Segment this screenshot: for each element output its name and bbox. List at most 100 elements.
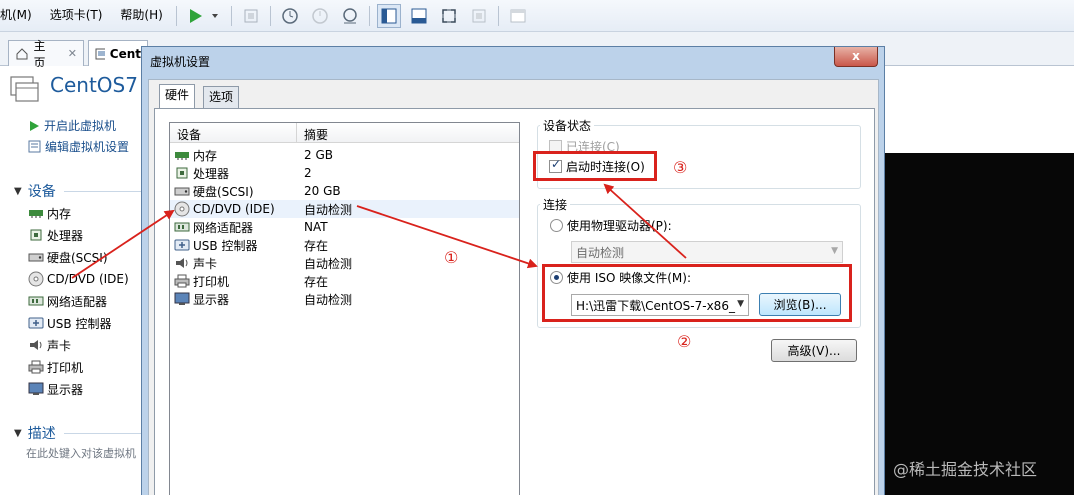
vm-tab-icon xyxy=(95,48,105,59)
column-separator[interactable] xyxy=(296,123,297,143)
hard-disk-icon xyxy=(174,187,190,196)
thumbnail-bar-button[interactable] xyxy=(407,4,431,28)
watermark: @稀土掘金技术社区 xyxy=(893,460,1038,479)
vm-summary-panel: CentOS7 开启此虚拟机 编辑虚拟机设置 ▼ 设备 内存 处理器 硬盘(SC… xyxy=(0,67,150,495)
device-printer[interactable]: 打印机 xyxy=(28,358,83,376)
column-device[interactable]: 设备 xyxy=(177,126,201,143)
tab-options[interactable]: 选项 xyxy=(203,86,240,108)
toolbar-separator xyxy=(497,5,499,26)
tab-home-label: 主页 xyxy=(33,38,46,70)
device-name: 处理器 xyxy=(193,166,230,181)
radio-circle xyxy=(550,219,563,232)
display-icon xyxy=(174,292,190,305)
annotation-box-2 xyxy=(542,264,852,322)
device-summary: 存在 xyxy=(304,274,329,289)
tab-home[interactable]: 主页 ✕ xyxy=(8,39,84,70)
device-label: 显示器 xyxy=(47,382,84,397)
device-row-hard-disk[interactable]: 硬盘(SCSI) 20 GB xyxy=(170,182,519,200)
advanced-button[interactable]: 高级(V)... xyxy=(771,339,857,362)
column-summary[interactable]: 摘要 xyxy=(304,126,328,143)
revert-snapshot-button[interactable] xyxy=(308,4,332,28)
device-row-printer[interactable]: 打印机 存在 xyxy=(170,272,519,290)
description-placeholder[interactable]: 在此处键入对该虚拟机 xyxy=(26,445,136,461)
full-screen-button[interactable] xyxy=(437,4,461,28)
menu-vm[interactable]: 机(M) xyxy=(0,0,41,32)
device-usb[interactable]: USB 控制器 xyxy=(28,314,111,332)
play-icon xyxy=(30,120,39,131)
dropdown-arrow-icon: ▼ xyxy=(831,246,838,256)
annotation-box-3 xyxy=(533,151,657,181)
device-list[interactable]: 设备 摘要 内存 2 GB 处理器 2 硬盘(SCSI) 20 GB CD/DV… xyxy=(169,122,520,495)
device-summary: 2 xyxy=(304,166,312,180)
menu-tabs[interactable]: 选项卡(T) xyxy=(41,0,112,32)
console-view-button[interactable] xyxy=(506,4,530,28)
dialog-close-button[interactable]: x xyxy=(834,47,878,67)
device-row-memory[interactable]: 内存 2 GB xyxy=(170,146,519,164)
printer-icon xyxy=(28,360,44,374)
devices-section-header[interactable]: ▼ 设备 xyxy=(14,181,56,201)
keyboard-icon xyxy=(244,9,258,22)
cd-dvd-icon xyxy=(28,271,44,287)
thumbnail-icon xyxy=(411,8,427,23)
collapse-triangle-icon: ▼ xyxy=(14,427,22,439)
console-icon xyxy=(510,9,526,22)
device-cd-dvd[interactable]: CD/DVD (IDE) xyxy=(28,270,129,288)
edit-settings-link[interactable]: 编辑虚拟机设置 xyxy=(28,138,129,155)
device-display[interactable]: 显示器 xyxy=(28,380,83,398)
power-on-label: 开启此虚拟机 xyxy=(44,119,117,133)
edit-icon xyxy=(28,140,41,153)
device-memory[interactable]: 内存 xyxy=(28,204,71,222)
snapshot-manager-button[interactable] xyxy=(338,4,362,28)
device-summary: 2 GB xyxy=(304,148,333,162)
section-divider xyxy=(64,433,150,434)
snapshot-icon xyxy=(282,7,298,24)
device-sound[interactable]: 声卡 xyxy=(28,336,71,354)
power-on-link[interactable]: 开启此虚拟机 xyxy=(28,117,116,134)
device-row-cd-dvd[interactable]: CD/DVD (IDE) 自动检测 xyxy=(170,200,519,218)
physical-drive-select[interactable]: 自动检测 ▼ xyxy=(571,241,843,263)
device-summary: 自动检测 xyxy=(304,292,353,307)
device-row-display[interactable]: 显示器 自动检测 xyxy=(170,290,519,308)
toolbar-separator xyxy=(368,5,370,26)
unity-button[interactable] xyxy=(467,4,491,28)
close-icon[interactable]: ✕ xyxy=(68,47,77,60)
section-divider xyxy=(64,191,150,192)
device-label: 硬盘(SCSI) xyxy=(47,250,108,265)
device-processor[interactable]: 处理器 xyxy=(28,226,83,244)
printer-icon xyxy=(174,274,190,288)
usb-icon xyxy=(174,239,190,251)
device-label: 声卡 xyxy=(47,338,72,353)
unity-icon xyxy=(472,9,486,22)
power-on-button[interactable] xyxy=(184,4,224,28)
show-library-button[interactable] xyxy=(376,3,401,28)
device-row-sound[interactable]: 声卡 自动检测 xyxy=(170,254,519,272)
menu-help[interactable]: 帮助(H) xyxy=(111,0,171,32)
device-row-usb[interactable]: USB 控制器 存在 xyxy=(170,236,519,254)
network-icon xyxy=(28,296,44,306)
display-icon xyxy=(28,382,44,395)
device-row-processor[interactable]: 处理器 2 xyxy=(170,164,519,182)
hard-disk-icon xyxy=(28,253,44,262)
tab-hardware[interactable]: 硬件 xyxy=(159,84,196,109)
device-name: 内存 xyxy=(193,148,218,163)
device-summary: 自动检测 xyxy=(304,202,353,217)
toolbar-separator xyxy=(230,5,232,26)
library-icon xyxy=(381,8,397,23)
device-label: CD/DVD (IDE) xyxy=(47,272,129,286)
devices-heading: 设备 xyxy=(27,184,56,200)
device-hard-disk[interactable]: 硬盘(SCSI) xyxy=(28,248,108,266)
send-ctrl-alt-del-button[interactable] xyxy=(239,4,263,28)
annotation-marker-3: ③ xyxy=(673,158,688,177)
snapshot-button[interactable] xyxy=(278,4,302,28)
device-label: 内存 xyxy=(47,206,72,221)
description-heading: 描述 xyxy=(27,426,56,442)
device-name: 网络适配器 xyxy=(193,220,254,235)
cd-dvd-icon xyxy=(174,201,190,217)
description-section-header[interactable]: ▼ 描述 xyxy=(14,423,56,443)
device-row-network[interactable]: 网络适配器 NAT xyxy=(170,218,519,236)
tab-centos[interactable]: Cent xyxy=(88,40,148,66)
device-name: 硬盘(SCSI) xyxy=(193,184,254,199)
physical-drive-radio[interactable]: 使用物理驱动器(P): xyxy=(550,217,672,234)
device-network[interactable]: 网络适配器 xyxy=(28,292,107,310)
vm-console-screen[interactable] xyxy=(885,153,1074,495)
